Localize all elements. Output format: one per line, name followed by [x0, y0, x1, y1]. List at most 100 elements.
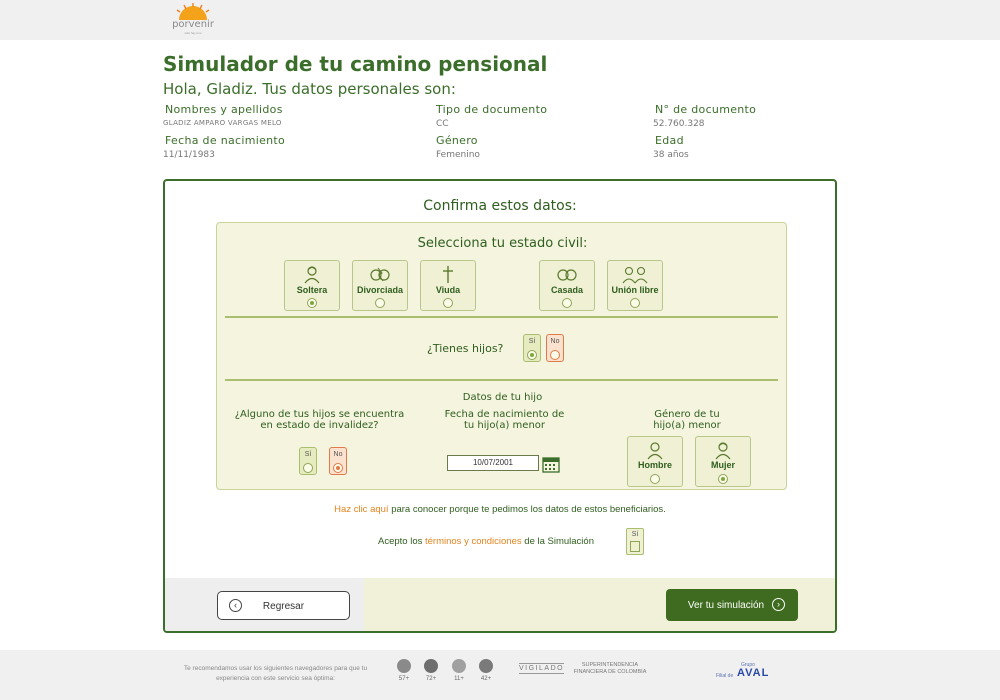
- gender-radio-hombre[interactable]: [650, 474, 660, 484]
- firefox-version: 57+: [398, 676, 410, 682]
- civil-option-label: Divorciada: [356, 285, 404, 295]
- calendar-icon[interactable]: [542, 455, 560, 473]
- browser-recommendation: Te recomendamos usar los siguientes nave…: [183, 665, 368, 682]
- children-no-radio[interactable]: [550, 350, 560, 360]
- divider: [225, 316, 778, 318]
- invalidity-question: ¿Alguno de tus hijos se encuentra en est…: [234, 409, 405, 431]
- age-label: Edad: [655, 134, 684, 147]
- invalidity-no-radio[interactable]: [333, 463, 343, 473]
- porvenir-logo[interactable]: porvenir sólo hay uno: [170, 2, 216, 38]
- arrow-right-icon: ›: [772, 598, 785, 611]
- chrome-icon: [424, 659, 438, 673]
- accept-checkbox-square[interactable]: [630, 541, 640, 552]
- civil-option-union-libre[interactable]: Unión libre: [607, 260, 663, 311]
- edge-version: 42+: [480, 676, 492, 682]
- child-section-title: Datos de tu hijo: [462, 392, 543, 403]
- doc-num-label: N° de documento: [655, 103, 757, 116]
- confirm-card: Confirma estos datos: Selecciona tu esta…: [163, 179, 837, 633]
- child-gender-label: Género de tu hijo(a) menor: [653, 409, 721, 431]
- rings-icon: [557, 269, 577, 281]
- beneficiaries-info: Haz clic aquí para conocer porque te ped…: [165, 504, 835, 515]
- invalidity-yes-radio[interactable]: [303, 463, 313, 473]
- accept-prefix: Acepto los: [378, 536, 425, 547]
- civil-option-label: Viuda: [435, 285, 461, 295]
- age-value: 38 años: [653, 150, 689, 160]
- doc-num-value: 52.760.328: [653, 119, 705, 129]
- broken-rings-icon: [370, 267, 390, 282]
- child-birth-label: Fecha de nacimiento de tu hijo(a) menor: [444, 409, 565, 431]
- child-birth-input[interactable]: 10/07/2001: [447, 455, 539, 471]
- invalidity-yes-option[interactable]: Sí: [299, 447, 317, 475]
- no-label: No: [333, 451, 343, 458]
- civil-radio-casada[interactable]: [562, 298, 572, 308]
- click-here-rest: para conocer porque te pedimos los datos…: [388, 504, 666, 515]
- gender-label: Género: [436, 134, 478, 147]
- edge-icon: [479, 659, 493, 673]
- firefox-icon: [397, 659, 411, 673]
- aval-logo: AVAL: [737, 667, 770, 679]
- civil-radio-divorciada[interactable]: [375, 298, 385, 308]
- view-simulation-button[interactable]: Ver tu simulación ›: [666, 589, 798, 621]
- civil-option-soltera[interactable]: Soltera: [284, 260, 340, 311]
- top-bar: porvenir sólo hay uno: [0, 0, 1000, 40]
- name-value: GLADIZ AMPARO VARGAS MELO: [163, 119, 282, 127]
- gender-radio-mujer[interactable]: [718, 474, 728, 484]
- vigilado-label: VIGILADO: [519, 663, 565, 674]
- aval-filial-label: Filial de: [716, 673, 734, 679]
- form-panel: Selecciona tu estado civil: Soltera Divo…: [216, 222, 787, 490]
- civil-radio-viuda[interactable]: [443, 298, 453, 308]
- logo-tagline: sólo hay uno: [184, 31, 202, 35]
- civil-option-divorciada[interactable]: Divorciada: [352, 260, 408, 311]
- woman-icon: [715, 442, 731, 460]
- civil-option-label: Soltera: [296, 285, 328, 295]
- logo-word: porvenir: [172, 19, 214, 30]
- accept-terms-checkbox[interactable]: Sí: [626, 528, 644, 555]
- doc-type-label: Tipo de documento: [436, 103, 548, 116]
- back-button-label: Regresar: [262, 601, 305, 612]
- civil-radio-soltera[interactable]: [307, 298, 317, 308]
- civil-option-viuda[interactable]: Viuda: [420, 260, 476, 311]
- children-question: ¿Tienes hijos?: [427, 342, 504, 355]
- doc-type-value: CC: [436, 119, 449, 129]
- accept-yes-label: Sí: [631, 531, 639, 538]
- couple-icon: [622, 266, 648, 284]
- divider: [225, 379, 778, 381]
- civil-radio-union-libre[interactable]: [630, 298, 640, 308]
- safari-icon: [452, 659, 466, 673]
- birth-label: Fecha de nacimiento: [165, 134, 286, 147]
- invalidity-no-option[interactable]: No: [329, 447, 347, 475]
- gender-option-label: Hombre: [637, 460, 672, 470]
- bottom-bar: Te recomendamos usar los siguientes nave…: [0, 650, 1000, 700]
- gender-option-label: Mujer: [710, 460, 735, 470]
- children-no-option[interactable]: No: [546, 334, 564, 362]
- man-icon: [647, 442, 663, 460]
- gender-value: Femenino: [436, 150, 480, 160]
- terms-link[interactable]: términos y condiciones: [425, 536, 522, 547]
- gender-option-hombre[interactable]: Hombre: [627, 436, 683, 487]
- accept-terms-text: Acepto los términos y condiciones de la …: [378, 536, 594, 547]
- civil-option-casada[interactable]: Casada: [539, 260, 595, 311]
- civil-option-label: Unión libre: [611, 285, 659, 295]
- superfinanciera-label: SUPERINTENDENCIA FINANCIERA DE COLOMBIA: [573, 662, 647, 675]
- greeting: Hola, Gladiz. Tus datos personales son:: [163, 80, 456, 98]
- woman-icon: [304, 266, 320, 284]
- name-label: Nombres y apellidos: [165, 103, 283, 116]
- back-button[interactable]: ‹ Regresar: [217, 591, 350, 620]
- confirm-title: Confirma estos datos:: [423, 198, 577, 214]
- yes-label: Sí: [528, 338, 536, 345]
- click-here-link[interactable]: Haz clic aquí: [334, 504, 388, 515]
- accept-suffix: de la Simulación: [521, 536, 594, 547]
- cross-icon: [443, 266, 453, 283]
- gender-option-mujer[interactable]: Mujer: [695, 436, 751, 487]
- chrome-version: 72+: [425, 676, 437, 682]
- no-label: No: [550, 338, 560, 345]
- safari-version: 11+: [454, 676, 464, 682]
- children-yes-option[interactable]: Sí: [523, 334, 541, 362]
- civil-option-label: Casada: [550, 285, 584, 295]
- page-title: Simulador de tu camino pensional: [163, 52, 548, 76]
- yes-label: Sí: [304, 451, 312, 458]
- birth-value: 11/11/1983: [163, 150, 215, 160]
- view-simulation-label: Ver tu simulación: [687, 600, 765, 611]
- civil-status-title: Selecciona tu estado civil:: [417, 236, 588, 251]
- children-yes-radio[interactable]: [527, 350, 537, 360]
